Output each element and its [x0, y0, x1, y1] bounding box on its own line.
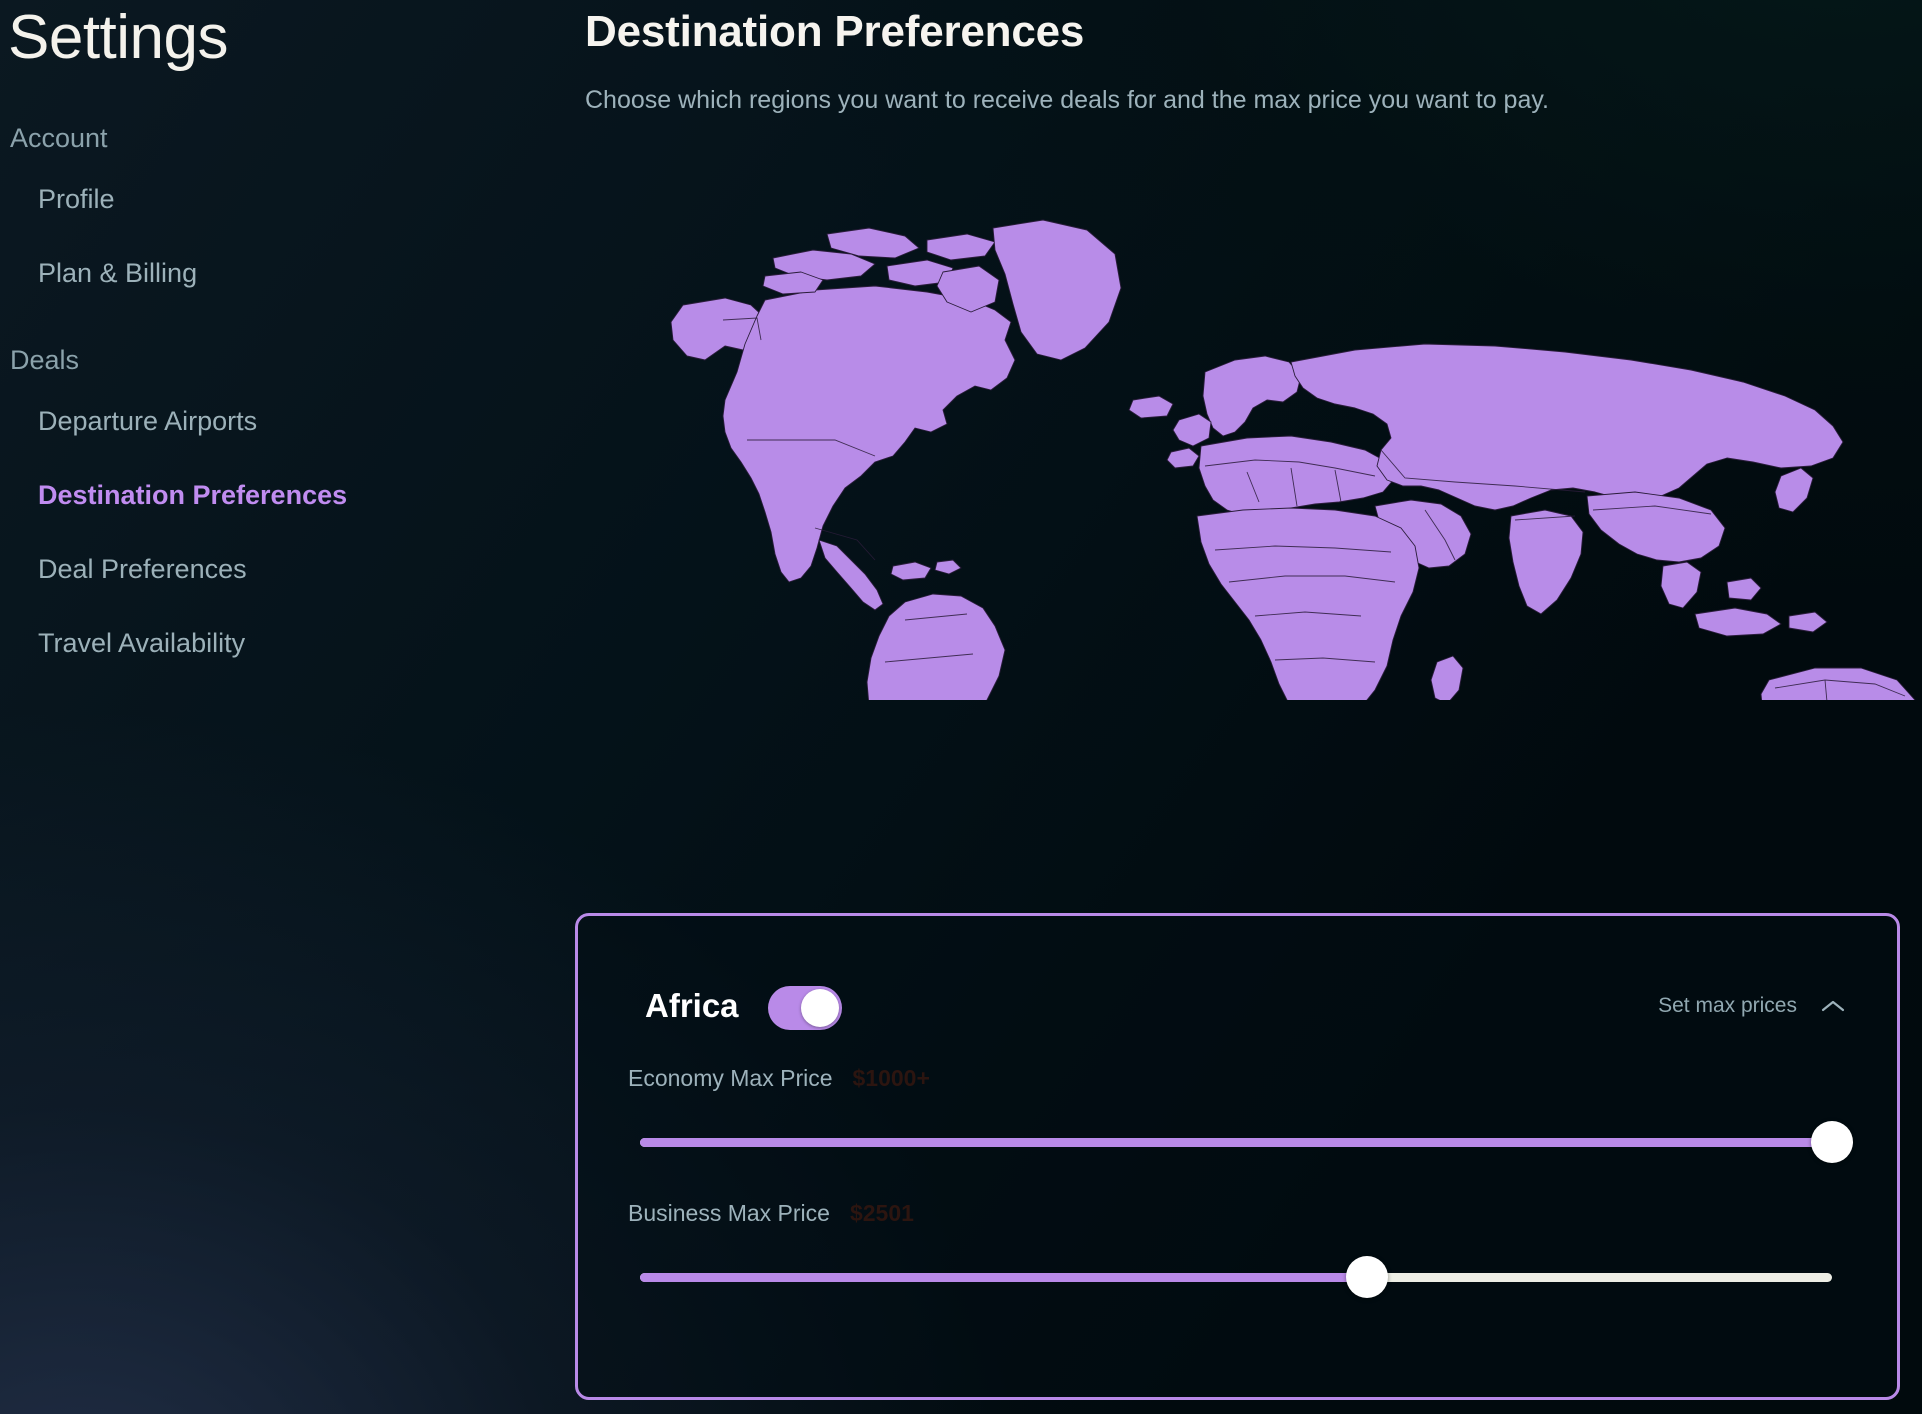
nav-group-label-account: Account	[10, 123, 108, 153]
region-card-header: Africa Set max prices	[578, 916, 1897, 1046]
sidebar-item-travel-availability[interactable]: Travel Availability	[0, 626, 575, 660]
settings-nav: Account Profile Plan & Billing Deals Dep…	[0, 122, 575, 700]
business-max-price-slider[interactable]	[640, 1256, 1832, 1298]
region-enable-toggle[interactable]	[768, 986, 842, 1030]
nav-group-label-deals: Deals	[10, 345, 80, 375]
map-land-group	[670, 219, 1916, 700]
region-card-africa: Africa Set max prices Economy Max Price …	[575, 913, 1900, 1400]
economy-max-price-label: Economy Max Price	[628, 1065, 833, 1091]
chevron-up-icon	[1821, 999, 1845, 1013]
page-subtitle: Choose which regions you want to receive…	[585, 86, 1549, 114]
business-max-price-value: $2501	[849, 1200, 914, 1226]
sidebar-item-plan-billing[interactable]: Plan & Billing	[0, 256, 575, 290]
economy-slider-fill	[640, 1138, 1832, 1147]
main-content: Destination Preferences Choose which reg…	[575, 0, 1922, 1414]
page-heading-settings: Settings	[8, 3, 229, 72]
world-map-svg[interactable]	[575, 210, 1922, 700]
set-max-prices-label: Set max prices	[1658, 994, 1797, 1017]
page-title: Destination Preferences	[585, 7, 1085, 56]
sidebar-item-destination-preferences[interactable]: Destination Preferences	[0, 478, 575, 512]
settings-page: Settings Account Profile Plan & Billing …	[0, 0, 1922, 1414]
business-max-price-label: Business Max Price	[628, 1200, 830, 1226]
sidebar-item-deal-preferences[interactable]: Deal Preferences	[0, 552, 575, 586]
region-name-label: Africa	[645, 987, 739, 1024]
business-slider-thumb[interactable]	[1346, 1256, 1389, 1298]
sidebar-item-departure-airports[interactable]: Departure Airports	[0, 404, 575, 438]
sidebar-item-profile[interactable]: Profile	[0, 182, 575, 216]
sidebar: Settings Account Profile Plan & Billing …	[0, 0, 575, 1414]
economy-label-row: Economy Max Price $1000+	[628, 1064, 930, 1092]
nav-group-deals: Deals Departure Airports Destination Pre…	[0, 344, 575, 660]
economy-max-price-value: $1000+	[852, 1065, 930, 1091]
nav-group-account: Account Profile Plan & Billing	[0, 122, 575, 290]
business-slider-fill	[640, 1273, 1368, 1282]
world-map[interactable]	[575, 210, 1922, 700]
toggle-knob	[801, 989, 839, 1027]
economy-slider-thumb[interactable]	[1811, 1121, 1853, 1163]
economy-max-price-slider[interactable]	[640, 1121, 1853, 1163]
set-max-prices-button[interactable]: Set max prices	[1658, 993, 1845, 1019]
business-label-row: Business Max Price $2501	[628, 1199, 914, 1227]
